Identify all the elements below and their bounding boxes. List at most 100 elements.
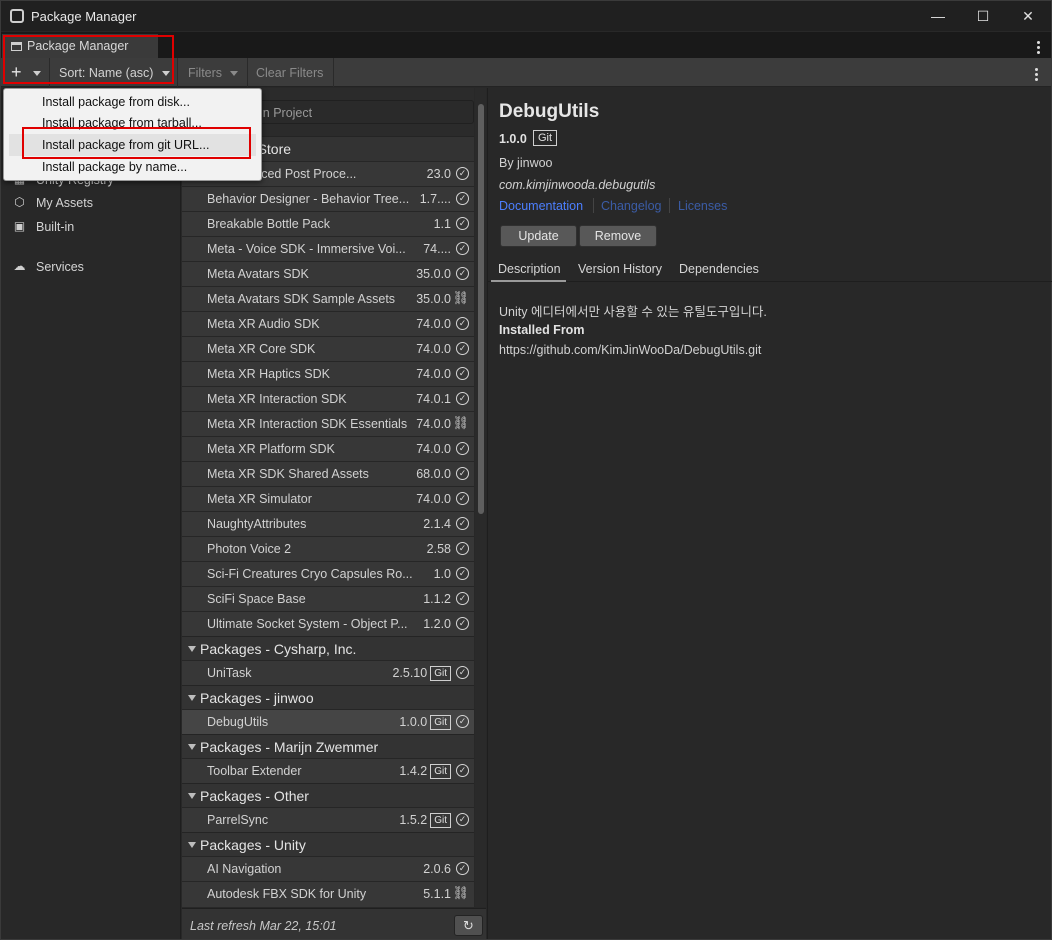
package-name: NaughtyAttributes: [207, 517, 307, 531]
group-header-cysharp[interactable]: Packages - Cysharp, Inc.: [182, 636, 474, 661]
group-title: Packages - Unity: [200, 837, 306, 853]
package-name: Meta XR Interaction SDK: [207, 392, 347, 406]
tab-dependencies[interactable]: Dependencies: [679, 262, 759, 276]
package-row[interactable]: Meta XR Interaction SDK 74.0.1 ✓: [182, 386, 474, 411]
highlight-box-git-url: [22, 127, 251, 159]
package-row[interactable]: Sci-Fi Creatures Cryo Capsules Ro... 1.0 ✓: [182, 561, 474, 586]
package-version: 1.0: [433, 567, 451, 581]
maximize-button[interactable]: ☐: [960, 1, 1006, 31]
sidebar-item-label: My Assets: [36, 196, 93, 210]
package-version: 74.0.0: [416, 342, 451, 356]
tab-kebab-icon[interactable]: [1037, 41, 1041, 56]
group-title: Packages - Other: [200, 788, 309, 804]
installed-check-icon: ✓: [456, 592, 469, 605]
cube-icon: ⬡: [14, 195, 25, 209]
sidebar-item-label: Built-in: [36, 220, 75, 234]
installed-check-icon: ✓: [456, 392, 469, 405]
installed-check-icon: ✓: [456, 342, 469, 355]
package-version: 74.0.1: [416, 392, 451, 406]
package-row[interactable]: Autodesk FBX SDK for Unity 5.1.1 ⛓: [182, 881, 474, 907]
git-badge: Git: [430, 764, 451, 779]
installed-from-label: Installed From: [499, 323, 585, 337]
installed-check-icon: ✓: [456, 617, 469, 630]
group-header-jinwoo[interactable]: Packages - jinwoo: [182, 685, 474, 710]
scrollbar-thumb[interactable]: [478, 104, 484, 514]
package-row[interactable]: ParrelSync 1.5.2 Git ✓: [182, 807, 474, 832]
package-name: Breakable Bottle Pack: [207, 217, 330, 231]
package-version: 1.0.0 Git: [399, 715, 451, 730]
package-row[interactable]: Meta XR SDK Shared Assets 68.0.0 ✓: [182, 461, 474, 486]
package-row[interactable]: Meta Avatars SDK 35.0.0 ✓: [182, 261, 474, 286]
package-row[interactable]: Meta XR Platform SDK 74.0.0 ✓: [182, 436, 474, 461]
package-version: 1.1.2: [423, 592, 451, 606]
search-input[interactable]: in Project: [235, 100, 474, 124]
package-row[interactable]: Breakable Bottle Pack 1.1 ✓: [182, 211, 474, 236]
package-version: 2.1.4: [423, 517, 451, 531]
menu-item-install-by-name[interactable]: Install package by name...: [42, 160, 187, 174]
package-row[interactable]: Meta XR Interaction SDK Essentials 74.0.0…: [182, 411, 474, 436]
expand-triangle-icon: [188, 744, 196, 750]
installed-check-icon: ✓: [456, 567, 469, 580]
filters-chevron-down-icon: [230, 71, 238, 76]
package-row[interactable]: Behavior Designer - Behavior Tree... 1.7.…: [182, 186, 474, 211]
changelog-link[interactable]: Changelog: [601, 199, 661, 213]
highlight-box-tab-and-add: [3, 35, 174, 84]
list-footer: Last refresh Mar 22, 15:01 ↻: [182, 908, 486, 939]
package-row-selected[interactable]: DebugUtils 1.0.0 Git ✓: [182, 709, 474, 734]
package-name: Meta Avatars SDK: [207, 267, 309, 281]
package-row[interactable]: AI Navigation 2.0.6 ✓: [182, 856, 474, 881]
package-row[interactable]: Toolbar Extender 1.4.2 Git ✓: [182, 758, 474, 783]
tab-version-history[interactable]: Version History: [578, 262, 662, 276]
package-version: 74.0.0: [416, 317, 451, 331]
package-version: 1.2.0: [423, 617, 451, 631]
package-row[interactable]: Meta Avatars SDK Sample Assets 35.0.0 ⛓: [182, 286, 474, 311]
installed-check-icon: ✓: [456, 267, 469, 280]
git-badge: Git: [430, 666, 451, 681]
toolbar-kebab-icon[interactable]: [1035, 68, 1039, 83]
group-header-other[interactable]: Packages - Other: [182, 783, 474, 808]
group-header-marijn-zwemmer[interactable]: Packages - Marijn Zwemmer: [182, 734, 474, 759]
remove-button[interactable]: Remove: [579, 225, 657, 247]
package-list-scrollbar[interactable]: [475, 88, 486, 907]
package-row[interactable]: NaughtyAttributes 2.1.4 ✓: [182, 511, 474, 536]
installed-check-icon: ✓: [456, 517, 469, 530]
sidebar-item-my-assets[interactable]: ⬡ My Assets: [1, 192, 181, 214]
package-row[interactable]: Meta - Voice SDK - Immersive Voi... 74...…: [182, 236, 474, 261]
update-button[interactable]: Update: [500, 225, 577, 247]
filters-dropdown[interactable]: Filters: [188, 66, 222, 80]
menu-item-install-from-disk[interactable]: Install package from disk...: [42, 95, 190, 109]
package-title: DebugUtils: [499, 101, 600, 122]
tab-description[interactable]: Description: [498, 262, 561, 276]
package-row[interactable]: Meta XR Simulator 74.0.0 ✓: [182, 486, 474, 511]
unity-app-icon: [10, 9, 24, 23]
git-badge: Git: [430, 715, 451, 730]
licenses-link[interactable]: Licenses: [678, 199, 727, 213]
installed-check-icon: ✓: [456, 715, 469, 728]
sidebar-item-services[interactable]: ☁ Services: [1, 256, 181, 278]
group-header-unity[interactable]: Packages - Unity: [182, 832, 474, 857]
clear-filters-button[interactable]: Clear Filters: [256, 66, 323, 80]
close-button[interactable]: ✕: [1005, 1, 1051, 31]
package-manager-window: Package Manager — ☐ ✕ Package Manager + …: [0, 0, 1052, 940]
package-name: DebugUtils: [207, 715, 269, 729]
link-icon: ⛓: [452, 290, 469, 305]
package-version-label: 1.0.0: [499, 132, 527, 146]
package-version: 2.0.6: [423, 862, 451, 876]
package-id: com.kimjinwooda.debugutils: [499, 178, 656, 192]
minimize-button[interactable]: —: [915, 1, 961, 31]
package-row[interactable]: Ultimate Socket System - Object P... 1.2.…: [182, 611, 474, 636]
documentation-link[interactable]: Documentation: [499, 199, 583, 213]
package-row[interactable]: UniTask 2.5.10 Git ✓: [182, 660, 474, 685]
package-row[interactable]: Meta XR Audio SDK 74.0.0 ✓: [182, 311, 474, 336]
refresh-icon[interactable]: ↻: [454, 915, 483, 936]
group-title: Packages - jinwoo: [200, 690, 314, 706]
link-icon: ⛓: [452, 415, 469, 430]
package-row[interactable]: Meta XR Core SDK 74.0.0 ✓: [182, 336, 474, 361]
installed-from-url: https://github.com/KimJinWooDa/DebugUtil…: [499, 343, 762, 357]
package-version: 2.5.10 Git: [392, 666, 451, 681]
installed-check-icon: ✓: [456, 192, 469, 205]
package-row[interactable]: SciFi Space Base 1.1.2 ✓: [182, 586, 474, 611]
sidebar-item-built-in[interactable]: ▣ Built-in: [1, 216, 181, 238]
package-row[interactable]: Photon Voice 2 2.58 ✓: [182, 536, 474, 561]
package-row[interactable]: Meta XR Haptics SDK 74.0.0 ✓: [182, 361, 474, 386]
